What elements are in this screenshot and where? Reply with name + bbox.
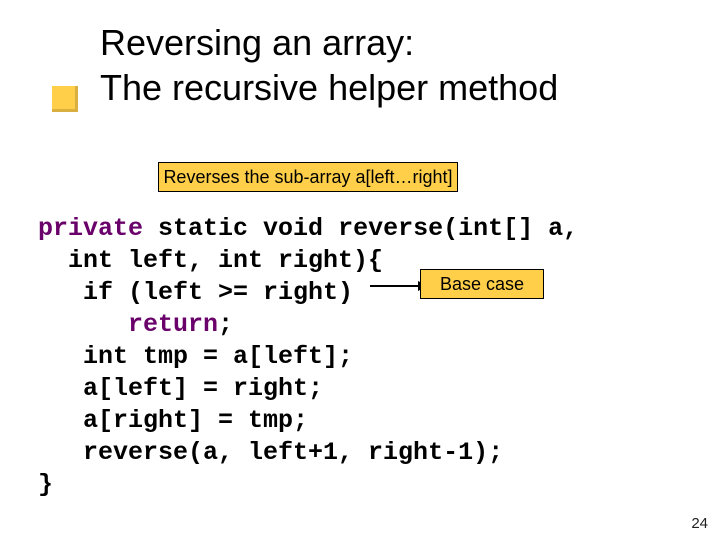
code-l1: static void reverse(int[] a, (143, 214, 578, 243)
code-l9: } (38, 470, 53, 499)
caption-subarray-text: Reverses the sub-array a[left…right] (163, 167, 452, 188)
code-block: private static void reverse(int[] a, int… (38, 213, 578, 501)
code-l5: int tmp = a[left]; (38, 342, 353, 371)
page-number: 24 (691, 515, 708, 532)
title-line1: Reversing an array: (100, 22, 414, 63)
code-l7: a[right] = tmp; (38, 406, 308, 435)
title-bullet (52, 86, 78, 112)
caption-basecase-text: Base case (440, 274, 524, 295)
keyword-return: return (128, 310, 218, 339)
code-l2: int left, int right){ (38, 246, 383, 275)
slide-title: Reversing an array: The recursive helper… (100, 20, 558, 110)
caption-basecase: Base case (420, 269, 544, 299)
code-l3: if (left >= right) (38, 278, 353, 307)
caption-subarray: Reverses the sub-array a[left…right] (158, 162, 458, 192)
keyword-private: private (38, 214, 143, 243)
title-line2: The recursive helper method (100, 67, 558, 108)
code-l4-rest: ; (218, 310, 233, 339)
code-l8: reverse(a, left+1, right-1); (38, 438, 503, 467)
code-l6: a[left] = right; (38, 374, 323, 403)
